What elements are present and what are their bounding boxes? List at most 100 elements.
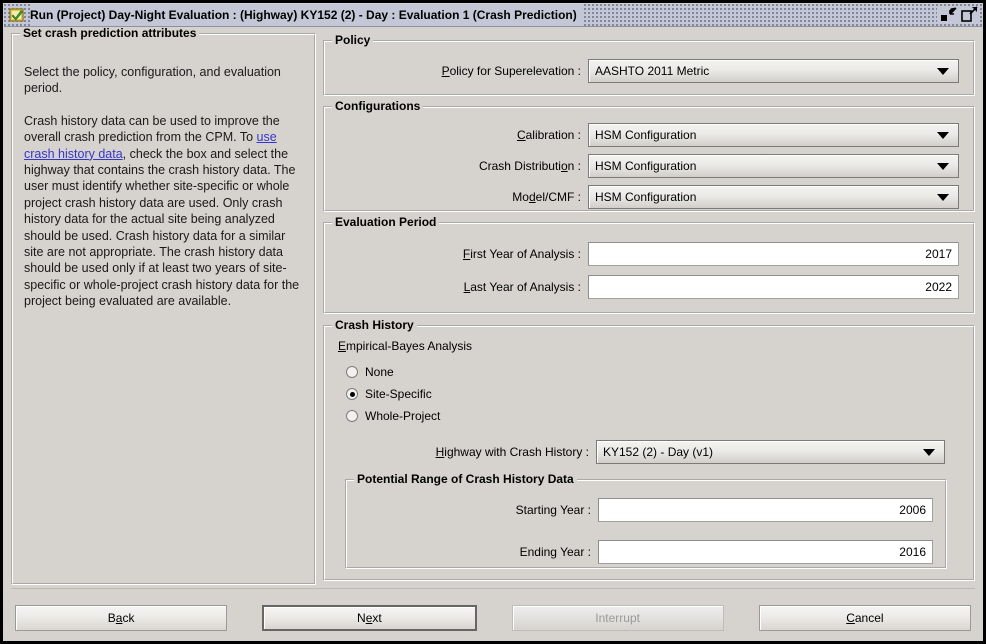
last-year-label: Last Year of Analysis : (325, 280, 588, 294)
crash-distribution-label: Crash Distribution : (325, 159, 588, 173)
model-cmf-combobox[interactable]: HSM Configuration (588, 185, 959, 209)
crash-distribution-row: Crash Distribution : HSM Configuration (325, 153, 959, 179)
window-title: Run (Project) Day-Night Evaluation : (Hi… (30, 4, 583, 26)
model-cmf-mnemonic: d (528, 190, 536, 204)
policy-superelevation-mnemonic: P (441, 64, 450, 78)
starting-year-input[interactable]: 2006 (598, 498, 933, 522)
model-cmf-label-pre: Mo (512, 190, 529, 204)
instructions-paragraph-1: Select the policy, configuration, and ev… (24, 65, 281, 96)
model-cmf-label-post: el/CMF : (535, 190, 581, 204)
radio-whole-project-indicator[interactable] (346, 410, 358, 422)
window-controls (937, 6, 978, 23)
policy-superelevation-label: Policy for Superelevation : (325, 64, 588, 78)
first-year-input[interactable]: 2017 (588, 242, 959, 266)
evaluation-period-group-title: Evaluation Period (332, 216, 440, 228)
starting-year-label: Starting Year : (515, 503, 591, 517)
chevron-down-icon (937, 68, 949, 75)
instructions-panel-title: Set crash prediction attributes (20, 27, 200, 39)
radio-none-label: None (365, 365, 394, 379)
calibration-mnemonic: C (516, 128, 526, 142)
calibration-label-text: alibration : (525, 128, 581, 142)
chevron-down-icon (937, 132, 949, 139)
policy-group: Policy Policy for Superelevation : AASHT… (323, 34, 975, 96)
policy-group-title: Policy (332, 34, 374, 46)
crash-distribution-combobox[interactable]: HSM Configuration (588, 154, 959, 178)
empirical-bayes-label-text: mpirical-Bayes Analysis (346, 339, 473, 353)
configurations-group: Configurations Calibration : HSM Configu… (323, 100, 975, 212)
settings-column: Policy Policy for Superelevation : AASHT… (323, 33, 975, 583)
highway-with-crash-history-combobox[interactable]: KY152 (2) - Day (v1) (596, 440, 945, 464)
ending-year-row: Ending Year : 2016 (347, 539, 933, 565)
radio-option-none[interactable]: None (346, 361, 959, 383)
dialog-content: Set crash prediction attributes Select t… (3, 27, 983, 641)
calibration-label: Calibration : (325, 128, 588, 142)
highway-with-crash-history-row: Highway with Crash History : KY152 (2) -… (337, 439, 945, 465)
radio-site-specific-indicator[interactable] (346, 388, 358, 400)
application-window: Run (Project) Day-Night Evaluation : (Hi… (0, 0, 986, 644)
chevron-down-icon (923, 449, 935, 456)
interrupt-button: Interrupt (511, 605, 724, 631)
crash-history-group-title: Crash History (332, 319, 417, 331)
cancel-button-mnemonic: C (846, 611, 855, 625)
first-year-label-text: irst Year of Analysis : (470, 247, 581, 261)
model-cmf-row: Model/CMF : HSM Configuration (325, 184, 959, 210)
starting-year-row: Starting Year : 2006 (347, 497, 933, 523)
radio-option-whole-project[interactable]: Whole-Project (346, 405, 959, 427)
last-year-input[interactable]: 2022 (588, 275, 959, 299)
last-year-row: Last Year of Analysis : 2022 (325, 274, 959, 300)
calibration-row: Calibration : HSM Configuration (325, 122, 959, 148)
paragraph-2-pre-text: Crash history data can be used to improv… (24, 113, 280, 145)
highway-mnemonic: H (435, 445, 445, 459)
maximize-window-icon[interactable] (961, 6, 978, 23)
cancel-button[interactable]: Cancel (758, 605, 971, 631)
back-button-mnemonic: a (115, 611, 123, 625)
evaluation-period-group: Evaluation Period First Year of Analysis… (323, 216, 975, 314)
back-button-label-post: ck (122, 611, 135, 625)
chevron-down-icon (937, 163, 949, 170)
back-button-label-pre: B (107, 611, 116, 625)
title-bar[interactable]: Run (Project) Day-Night Evaluation : (Hi… (4, 4, 982, 27)
instructions-paragraph-2: Crash history data can be used to improv… (24, 113, 303, 310)
ending-year-input[interactable]: 2016 (598, 540, 933, 564)
policy-superelevation-label-text: olicy for Superelevation : (449, 64, 581, 78)
potential-range-group-title: Potential Range of Crash History Data (354, 473, 577, 485)
restore-window-icon[interactable] (940, 6, 957, 23)
crash-distribution-label-post: n : (567, 159, 581, 173)
empirical-bayes-label: Empirical-Bayes Analysis (338, 339, 959, 353)
highway-with-crash-history-label: Highway with Crash History : (337, 445, 596, 459)
crash-distribution-label-pre: Crash Distributi (478, 159, 561, 173)
ending-year-label: Ending Year : (519, 545, 591, 559)
radio-option-site-specific[interactable]: Site-Specific (346, 383, 959, 405)
configurations-group-title: Configurations (332, 100, 424, 112)
chevron-down-icon (937, 194, 949, 201)
next-button[interactable]: Ne xt (262, 605, 477, 631)
potential-range-group: Potential Range of Crash History Data St… (345, 473, 947, 569)
first-year-row: First Year of Analysis : 2017 (325, 241, 959, 267)
model-cmf-value: HSM Configuration (595, 190, 697, 204)
model-cmf-label: Model/CMF : (325, 190, 588, 204)
calibration-value: HSM Configuration (595, 128, 697, 142)
last-year-label-text: ast Year of Analysis : (470, 280, 581, 294)
calibration-combobox[interactable]: HSM Configuration (588, 123, 959, 147)
cancel-button-label-post: ancel (854, 611, 884, 625)
radio-whole-project-label: Whole-Project (365, 409, 441, 423)
empirical-bayes-mnemonic: E (338, 339, 347, 353)
button-bar: Ba ck Ne xt Interrupt Cancel (3, 589, 983, 641)
radio-none-indicator[interactable] (346, 366, 358, 378)
crash-distribution-mnemonic: o (560, 159, 568, 173)
crash-distribution-value: HSM Configuration (595, 159, 697, 173)
next-button-mnemonic: e (365, 611, 373, 625)
next-button-label-post: xt (372, 611, 382, 625)
document-check-icon (9, 8, 24, 22)
first-year-label: First Year of Analysis : (325, 247, 588, 261)
instructions-panel: Set crash prediction attributes Select t… (11, 27, 316, 585)
highway-with-crash-history-value: KY152 (2) - Day (v1) (603, 445, 714, 459)
policy-superelevation-value: AASHTO 2011 Metric (595, 64, 710, 78)
main-body: Set crash prediction attributes Select t… (3, 27, 983, 585)
back-button[interactable]: Ba ck (15, 605, 228, 631)
policy-superelevation-combobox[interactable]: AASHTO 2011 Metric (588, 59, 959, 83)
paragraph-2-post-text: , check the box and select the highway t… (24, 146, 300, 309)
next-button-label-pre: N (357, 611, 366, 625)
crash-history-group: Crash History Empirical-Bayes Analysis N… (323, 319, 975, 581)
policy-superelevation-row: Policy for Superelevation : AASHTO 2011 … (325, 58, 959, 84)
